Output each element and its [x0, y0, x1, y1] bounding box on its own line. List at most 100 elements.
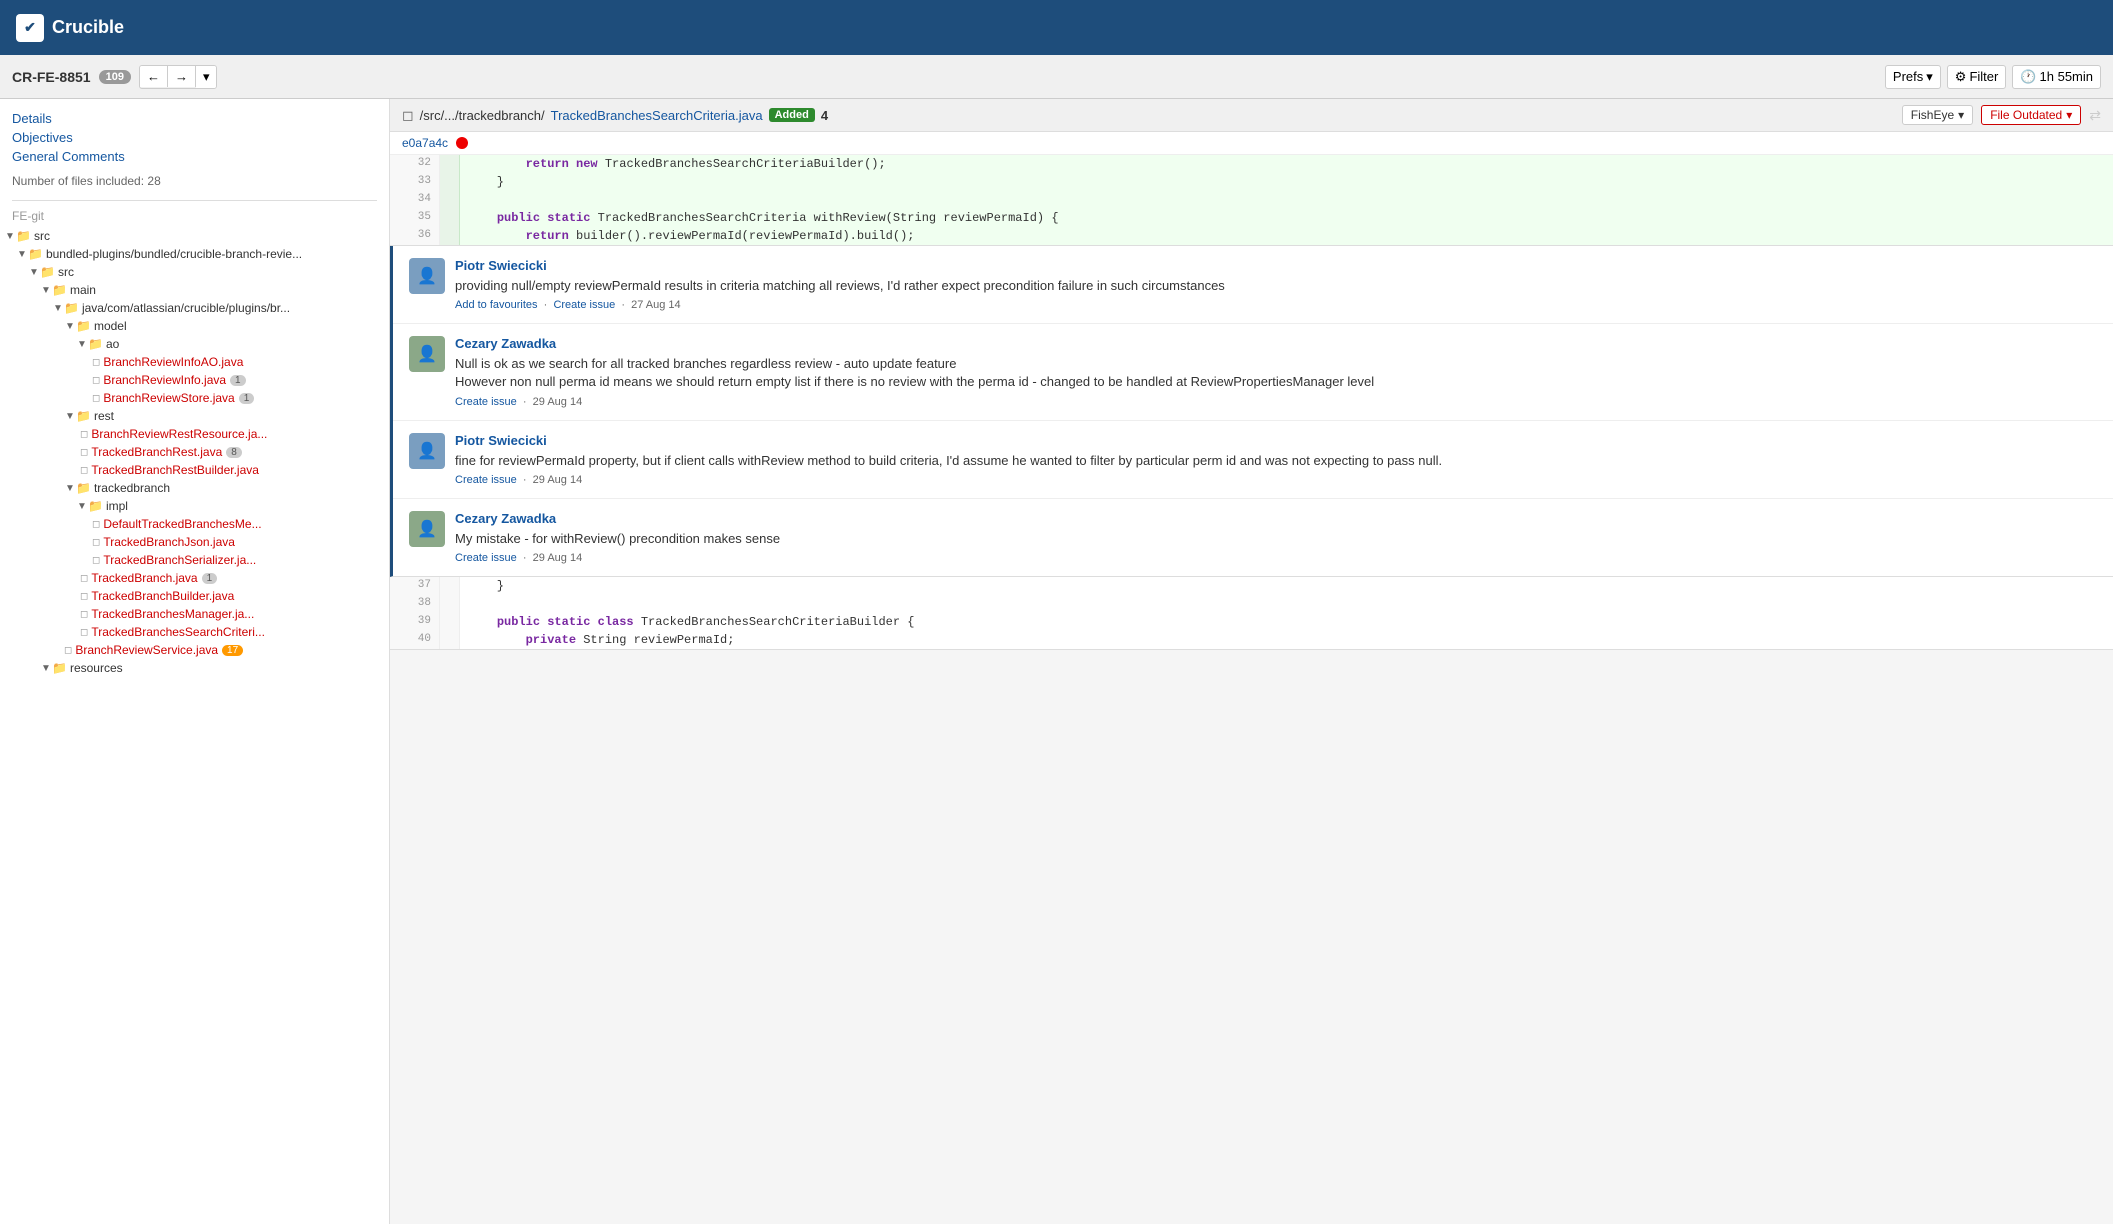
tree-toggle: ▼ — [40, 663, 52, 674]
comment-author-4[interactable]: Cezary Zawadka — [455, 511, 2097, 526]
file-badge: 1 — [239, 393, 255, 404]
file-status-badge: Added — [769, 108, 815, 122]
sidebar-item-objectives[interactable]: Objectives — [12, 128, 377, 147]
tree-item-file-1[interactable]: ◻ BranchReviewInfoAO.java — [0, 353, 389, 371]
filter-button[interactable]: ⚙ Filter — [1947, 65, 2007, 89]
tree-item-rest[interactable]: ▼ 📁 rest — [0, 407, 389, 425]
tree-item-file-11[interactable]: ◻ TrackedBranchBuilder.java — [0, 587, 389, 605]
comment-text-4: My mistake - for withReview() preconditi… — [455, 530, 2097, 548]
avatar-ps-3: 👤 — [409, 433, 445, 469]
file-tree: ▼ 📁 src ▼ 📁 bundled-plugins/bundled/cruc… — [0, 227, 389, 677]
nav-btn-group: ← → ▾ — [139, 65, 218, 89]
dropdown-button[interactable]: ▾ — [196, 66, 217, 88]
tree-item-ao[interactable]: ▼ 📁 ao — [0, 335, 389, 353]
tree-item-file-12[interactable]: ◻ TrackedBranchesManager.ja... — [0, 605, 389, 623]
tree-item-src[interactable]: ▼ 📁 src — [0, 227, 389, 245]
sidebar-item-details[interactable]: Details — [12, 109, 377, 128]
tree-item-java[interactable]: ▼ 📁 java/com/atlassian/crucible/plugins/… — [0, 299, 389, 317]
file-icon: ◻ — [92, 555, 100, 566]
comment-author-3[interactable]: Piotr Swiecicki — [455, 433, 2097, 448]
clock-icon: 🕐 — [2020, 69, 2036, 85]
line-number: 33 — [390, 173, 440, 191]
app-header: ✔ Crucible — [0, 0, 2113, 55]
tree-item-file-13[interactable]: ◻ TrackedBranchesSearchCriteri... — [0, 623, 389, 641]
tree-item-file-14[interactable]: ◻ BranchReviewService.java 17 — [0, 641, 389, 659]
file-icon: ◻ — [92, 393, 100, 404]
tree-label: ao — [106, 337, 119, 351]
comment-author-1[interactable]: Piotr Swiecicki — [455, 258, 2097, 273]
tree-item-model[interactable]: ▼ 📁 model — [0, 317, 389, 335]
tree-item-file-6[interactable]: ◻ TrackedBranchRestBuilder.java — [0, 461, 389, 479]
file-badge: 1 — [202, 573, 218, 584]
tree-item-file-2[interactable]: ◻ BranchReviewInfo.java 1 — [0, 371, 389, 389]
line-content: return builder().reviewPermaId(reviewPer… — [460, 227, 2113, 245]
tree-label: src — [34, 229, 50, 243]
code-line-34: 34 — [390, 191, 2113, 209]
code-block-top: 32 return new TrackedBranchesSearchCrite… — [390, 155, 2113, 246]
tree-item-file-10[interactable]: ◻ TrackedBranch.java 1 — [0, 569, 389, 587]
line-number: 38 — [390, 595, 440, 613]
tree-toggle: ▼ — [76, 339, 88, 350]
tree-item-file-5[interactable]: ◻ TrackedBranchRest.java 8 — [0, 443, 389, 461]
sub-header-right: Prefs ▾ ⚙ Filter 🕐 1h 55min — [1885, 65, 2101, 89]
file-icon: ◻ — [80, 429, 88, 440]
line-number: 34 — [390, 191, 440, 209]
tree-item-resources[interactable]: ▼ 📁 resources — [0, 659, 389, 677]
comment-item-1: 👤 Piotr Swiecicki providing null/empty r… — [393, 246, 2113, 324]
tree-item-src2[interactable]: ▼ 📁 src — [0, 263, 389, 281]
file-outdated-button[interactable]: File Outdated ▾ — [1981, 105, 2081, 125]
back-button[interactable]: ← — [140, 66, 168, 87]
tree-item-file-7[interactable]: ◻ DefaultTrackedBranchesMe... — [0, 515, 389, 533]
comment-actions-4: Create issue · 29 Aug 14 — [455, 552, 2097, 564]
tree-label: TrackedBranchRestBuilder.java — [91, 463, 259, 477]
comment-body-3: Piotr Swiecicki fine for reviewPermaId p… — [455, 433, 2097, 486]
tree-item-main[interactable]: ▼ 📁 main — [0, 281, 389, 299]
add-favourites-link-1[interactable]: Add to favourites — [455, 299, 538, 311]
tree-label: bundled-plugins/bundled/crucible-branch-… — [46, 247, 302, 261]
comment-item-3: 👤 Piotr Swiecicki fine for reviewPermaId… — [393, 421, 2113, 499]
tree-item-file-8[interactable]: ◻ TrackedBranchJson.java — [0, 533, 389, 551]
commit-hash[interactable]: e0a7a4c — [402, 136, 448, 150]
tree-label: trackedbranch — [94, 481, 170, 495]
file-icon: ◻ — [92, 375, 100, 386]
sidebar-item-general-comments[interactable]: General Comments — [12, 147, 377, 166]
file-header-right: FishEye ▾ File Outdated ▾ ⇄ — [1902, 105, 2101, 125]
folder-icon: 📁 — [88, 337, 103, 351]
file-icon: ◻ — [64, 645, 72, 656]
prefs-button[interactable]: Prefs ▾ — [1885, 65, 1941, 89]
tree-item-file-3[interactable]: ◻ BranchReviewStore.java 1 — [0, 389, 389, 407]
create-issue-link-2[interactable]: Create issue — [455, 396, 517, 408]
tree-item-impl[interactable]: ▼ 📁 impl — [0, 497, 389, 515]
file-badge: 1 — [230, 375, 246, 386]
main-layout: Details Objectives General Comments Numb… — [0, 99, 2113, 1224]
tree-label: impl — [106, 499, 128, 513]
tree-label: TrackedBranchBuilder.java — [91, 589, 234, 603]
tree-item-file-4[interactable]: ◻ BranchReviewRestResource.ja... — [0, 425, 389, 443]
line-number: 39 — [390, 613, 440, 631]
fisheye-button[interactable]: FishEye ▾ — [1902, 105, 1973, 125]
line-content: private String reviewPermaId; — [460, 631, 2113, 649]
time-display[interactable]: 🕐 1h 55min — [2012, 65, 2101, 89]
comment-author-2[interactable]: Cezary Zawadka — [455, 336, 2097, 351]
tree-item-trackedbranch[interactable]: ▼ 📁 trackedbranch — [0, 479, 389, 497]
forward-button[interactable]: → — [168, 66, 196, 87]
tree-label: TrackedBranchesSearchCriteri... — [91, 625, 265, 639]
create-issue-link-3[interactable]: Create issue — [455, 474, 517, 486]
create-issue-link-4[interactable]: Create issue — [455, 552, 517, 564]
file-icon: ◻ — [80, 447, 88, 458]
tree-label: TrackedBranchSerializer.ja... — [103, 553, 256, 567]
sync-icon: ⇄ — [2089, 107, 2101, 124]
folder-icon: 📁 — [52, 283, 67, 297]
fisheye-label: FishEye — [1911, 108, 1954, 122]
tree-item-bundled[interactable]: ▼ 📁 bundled-plugins/bundled/crucible-bra… — [0, 245, 389, 263]
file-icon: ◻ — [92, 357, 100, 368]
line-content: } — [460, 173, 2113, 191]
folder-icon: 📁 — [64, 301, 79, 315]
create-issue-link-1[interactable]: Create issue — [553, 299, 615, 311]
comment-date-4: 29 Aug 14 — [533, 552, 583, 564]
tree-item-file-9[interactable]: ◻ TrackedBranchSerializer.ja... — [0, 551, 389, 569]
comment-item-2: 👤 Cezary Zawadka Null is ok as we search… — [393, 324, 2113, 420]
file-path-file[interactable]: TrackedBranchesSearchCriteria.java — [551, 108, 763, 123]
line-number: 40 — [390, 631, 440, 649]
comment-text-2: Null is ok as we search for all tracked … — [455, 355, 2097, 391]
